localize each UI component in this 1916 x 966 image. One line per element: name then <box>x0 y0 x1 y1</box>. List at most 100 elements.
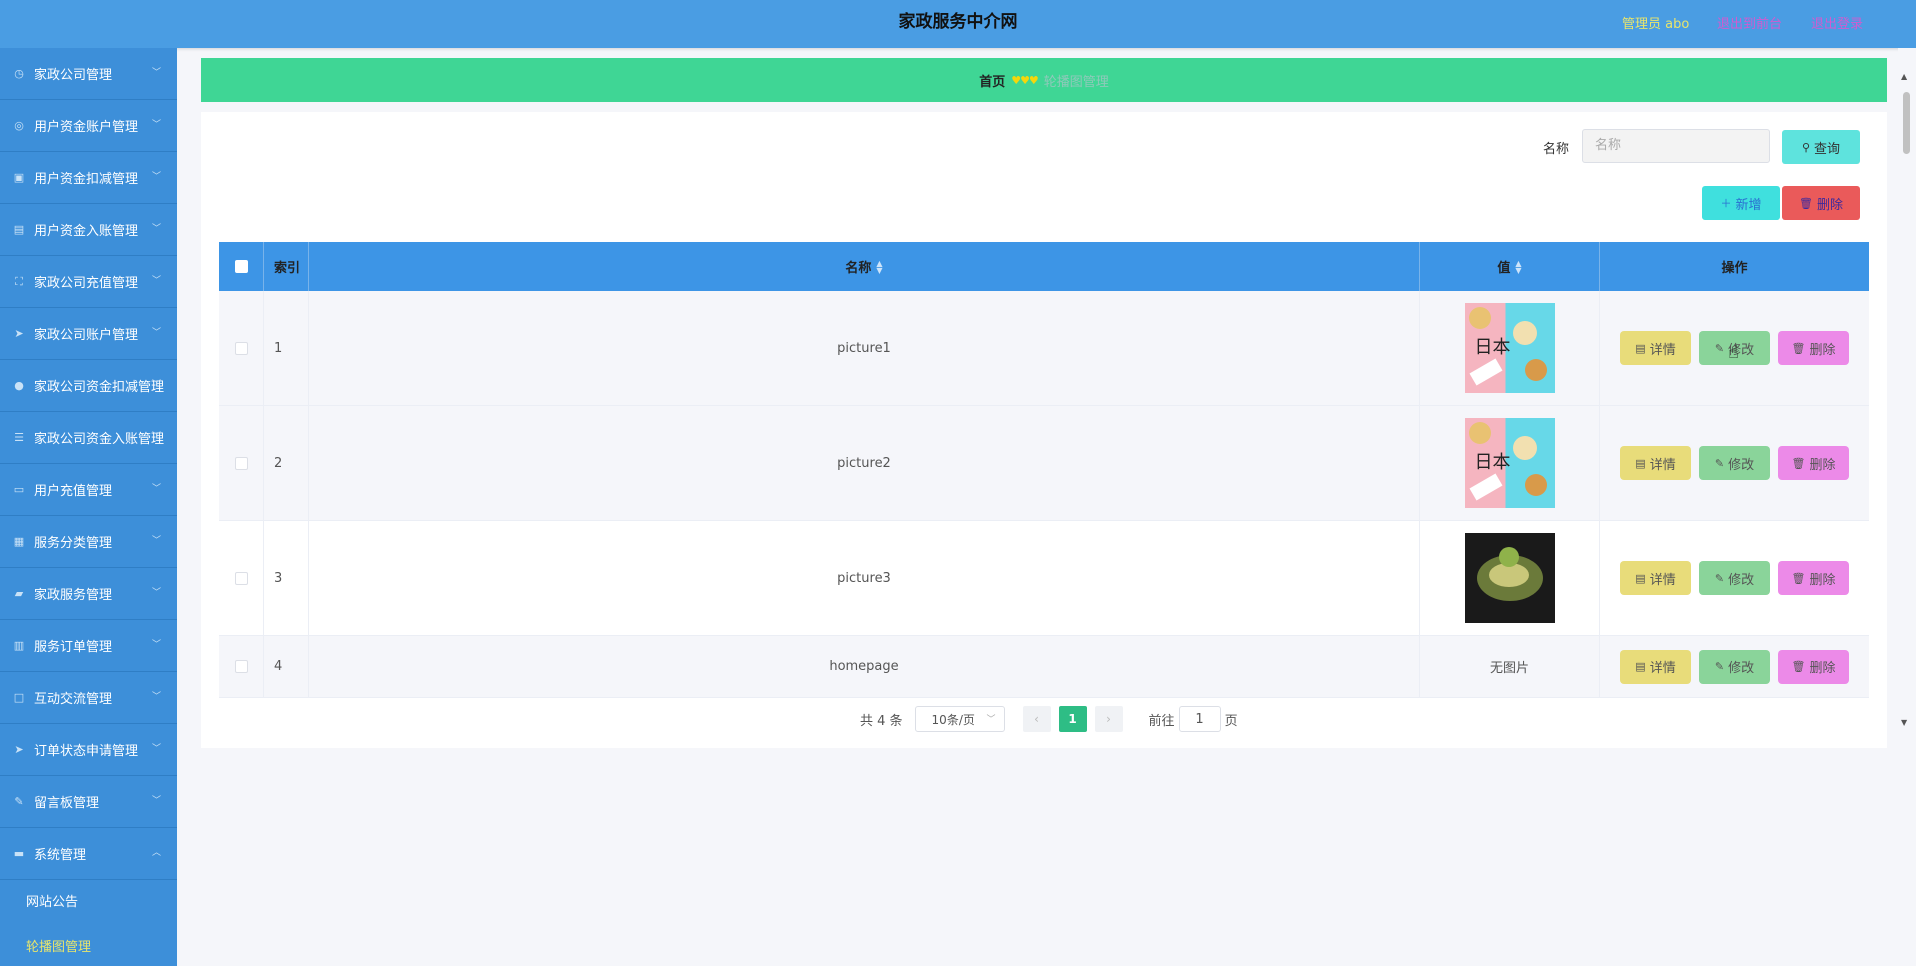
row-checkbox[interactable] <box>234 341 248 355</box>
edit-button-label: 修改 <box>1728 457 1755 473</box>
chevron-down-icon: ﹀ <box>151 224 161 234</box>
detail-button-label: 详情 <box>1649 342 1676 358</box>
next-page-button[interactable]: › <box>1094 706 1123 732</box>
pagination-total: 共 4 条 <box>860 713 903 729</box>
sidebar-item-service-category[interactable]: ▦ 服务分类管理 ﹀ <box>0 516 177 568</box>
carousel-image[interactable] <box>1464 533 1555 623</box>
chevron-down-icon: ﹀ <box>151 484 161 494</box>
goto-page-input[interactable]: 1 <box>1178 706 1221 732</box>
row-value <box>1420 521 1600 635</box>
sidebar-item-label: 用户充值管理 <box>34 484 113 499</box>
edit-button[interactable]: ✎ 修改 <box>1699 561 1770 595</box>
page-number-current[interactable]: 1 <box>1058 706 1087 732</box>
delete-button[interactable]: 🗑 删除 <box>1778 446 1849 480</box>
sidebar-item-company-income[interactable]: ☰ 家政公司资金入账管理 ﹀ <box>0 412 177 464</box>
sidebar-item-system[interactable]: ▬ 系统管理 ︿ <box>0 828 177 880</box>
sidebar-item-message-board[interactable]: ✎ 留言板管理 ﹀ <box>0 776 177 828</box>
sidebar-item-user-recharge[interactable]: ▭ 用户充值管理 ﹀ <box>0 464 177 516</box>
chevron-down-icon: ﹀ <box>151 68 161 78</box>
truck-icon: ▰ <box>14 587 24 600</box>
clock-icon: ◷ <box>14 67 24 80</box>
delete-button[interactable]: 🗑 删除 <box>1778 649 1849 684</box>
query-button[interactable]: ⚲ 查询 <box>1782 130 1860 164</box>
sidebar-item-company-deduction[interactable]: ● 家政公司资金扣减管理 ﹀ <box>0 360 177 412</box>
scrollbar-thumb[interactable] <box>1903 92 1910 154</box>
page-scrollbar[interactable]: ▲ ▼ <box>1898 48 1916 966</box>
detail-button[interactable]: ▤ 详情 <box>1620 649 1691 684</box>
chevron-down-icon: ﹀ <box>151 588 161 598</box>
sidebar-item-user-income[interactable]: ▤ 用户资金入账管理 ﹀ <box>0 204 177 256</box>
column-header-name[interactable]: 名称 ▲ ▼ <box>309 242 1420 291</box>
sidebar-item-company-recharge[interactable]: ⛶ 家政公司充值管理 ﹀ <box>0 256 177 308</box>
sidebar-item-label: 家政公司账户管理 <box>34 328 139 343</box>
detail-button-label: 详情 <box>1649 661 1676 676</box>
sidebar-item-interaction[interactable]: □ 互动交流管理 ﹀ <box>0 672 177 724</box>
search-input[interactable]: 名称 <box>1582 129 1770 163</box>
chevron-up-icon: ︿ <box>151 848 161 858</box>
chevron-down-icon: ﹀ <box>151 796 161 806</box>
bar-chart-icon: ▥ <box>13 639 25 652</box>
scroll-down-icon[interactable]: ▼ <box>1901 718 1907 727</box>
search-icon: ⚲ <box>1801 140 1811 154</box>
delete-button[interactable]: 🗑 删除 <box>1778 561 1849 595</box>
plus-icon: ＋ <box>1720 197 1732 210</box>
sidebar-item-label: 家政公司资金扣减管理 <box>34 380 165 395</box>
sidebar-item-company-account[interactable]: ➤ 家政公司账户管理 ﹀ <box>0 308 177 360</box>
row-checkbox[interactable] <box>234 660 248 673</box>
sidebar-item-orders[interactable]: ▥ 服务订单管理 ﹀ <box>0 620 177 672</box>
message-icon: ▭ <box>13 483 25 496</box>
sidebar-subitem-carousel[interactable]: 轮播图管理 <box>0 925 177 966</box>
back-to-frontend-link[interactable]: 退出到前台 <box>1717 13 1782 32</box>
search-label: 名称 <box>1543 142 1570 157</box>
edit-button[interactable]: ✎ 修改 <box>1699 649 1770 684</box>
sort-icon[interactable]: ▲ ▼ <box>876 259 882 274</box>
select-all-checkbox[interactable] <box>234 260 248 273</box>
sidebar-item-company[interactable]: ◷ 家政公司管理 ﹀ <box>0 48 177 100</box>
column-header-value-label: 值 <box>1497 261 1511 276</box>
sort-icon[interactable]: ▲ ▼ <box>1515 259 1521 274</box>
page-size-select[interactable]: 10条/页 ﹀ <box>914 706 1005 732</box>
row-value: 日本 <box>1420 406 1600 520</box>
carousel-image[interactable]: 日本 <box>1464 303 1555 393</box>
detail-button[interactable]: ▤ 详情 <box>1620 331 1691 365</box>
column-header-name-label: 名称 <box>845 261 872 276</box>
sidebar-item-user-deduction[interactable]: ▣ 用户资金扣减管理 ﹀ <box>0 152 177 204</box>
send-icon: ➤ <box>14 327 24 340</box>
breadcrumb-home[interactable]: 首页 <box>979 71 1005 90</box>
document-icon: ▤ <box>1635 456 1646 470</box>
chevron-right-icon: › <box>1106 712 1111 726</box>
add-button[interactable]: ＋ 新增 <box>1702 186 1780 220</box>
sidebar-item-label: 家政公司资金入账管理 <box>34 432 165 447</box>
column-header-index: 索引 <box>264 242 309 291</box>
page-size-value: 10条/页 <box>931 712 975 727</box>
pagination: 共 4 条 10条/页 ﹀ ‹ 1 › 前往 1 页 <box>860 706 1238 732</box>
document-icon: ▤ <box>1635 660 1646 673</box>
delete-button-label: 删除 <box>1809 342 1836 358</box>
sidebar: ◷ 家政公司管理 ﹀ ◎ 用户资金账户管理 ﹀ ▣ 用户资金扣减管理 ﹀ ▤ 用… <box>0 48 177 966</box>
sidebar-item-user-account[interactable]: ◎ 用户资金账户管理 ﹀ <box>0 100 177 152</box>
detail-button[interactable]: ▤ 详情 <box>1620 446 1691 480</box>
sidebar-item-order-status[interactable]: ➤ 订单状态申请管理 ﹀ <box>0 724 177 776</box>
chevron-down-icon: ﹀ <box>151 380 161 390</box>
column-header-value[interactable]: 值 ▲ ▼ <box>1420 242 1600 291</box>
row-checkbox[interactable] <box>234 456 248 470</box>
carousel-image[interactable]: 日本 <box>1464 418 1555 508</box>
briefcase-icon: ▬ <box>13 847 25 860</box>
sidebar-item-services[interactable]: ▰ 家政服务管理 ﹀ <box>0 568 177 620</box>
delete-button-label: 删除 <box>1809 572 1836 588</box>
delete-button[interactable]: 🗑 删除 <box>1778 331 1849 365</box>
edit-button-label: 修改 <box>1728 661 1755 676</box>
trash-icon: 🗑 <box>1791 571 1806 585</box>
chevron-left-icon: ‹ <box>1034 712 1039 726</box>
detail-button[interactable]: ▤ 详情 <box>1620 561 1691 595</box>
logout-link[interactable]: 退出登录 <box>1811 13 1863 32</box>
add-button-label: 新增 <box>1735 197 1762 213</box>
scroll-up-icon[interactable]: ▲ <box>1901 72 1907 81</box>
edit-button[interactable]: ✎ 修改 <box>1699 446 1770 480</box>
row-checkbox[interactable] <box>234 571 248 585</box>
prev-page-button[interactable]: ‹ <box>1022 706 1051 732</box>
batch-delete-button[interactable]: 🗑 删除 <box>1782 186 1860 220</box>
sidebar-subitem-announcement[interactable]: 网站公告 <box>0 880 177 925</box>
sidebar-item-label: 留言板管理 <box>34 796 100 811</box>
image-icon: ▣ <box>13 171 25 184</box>
